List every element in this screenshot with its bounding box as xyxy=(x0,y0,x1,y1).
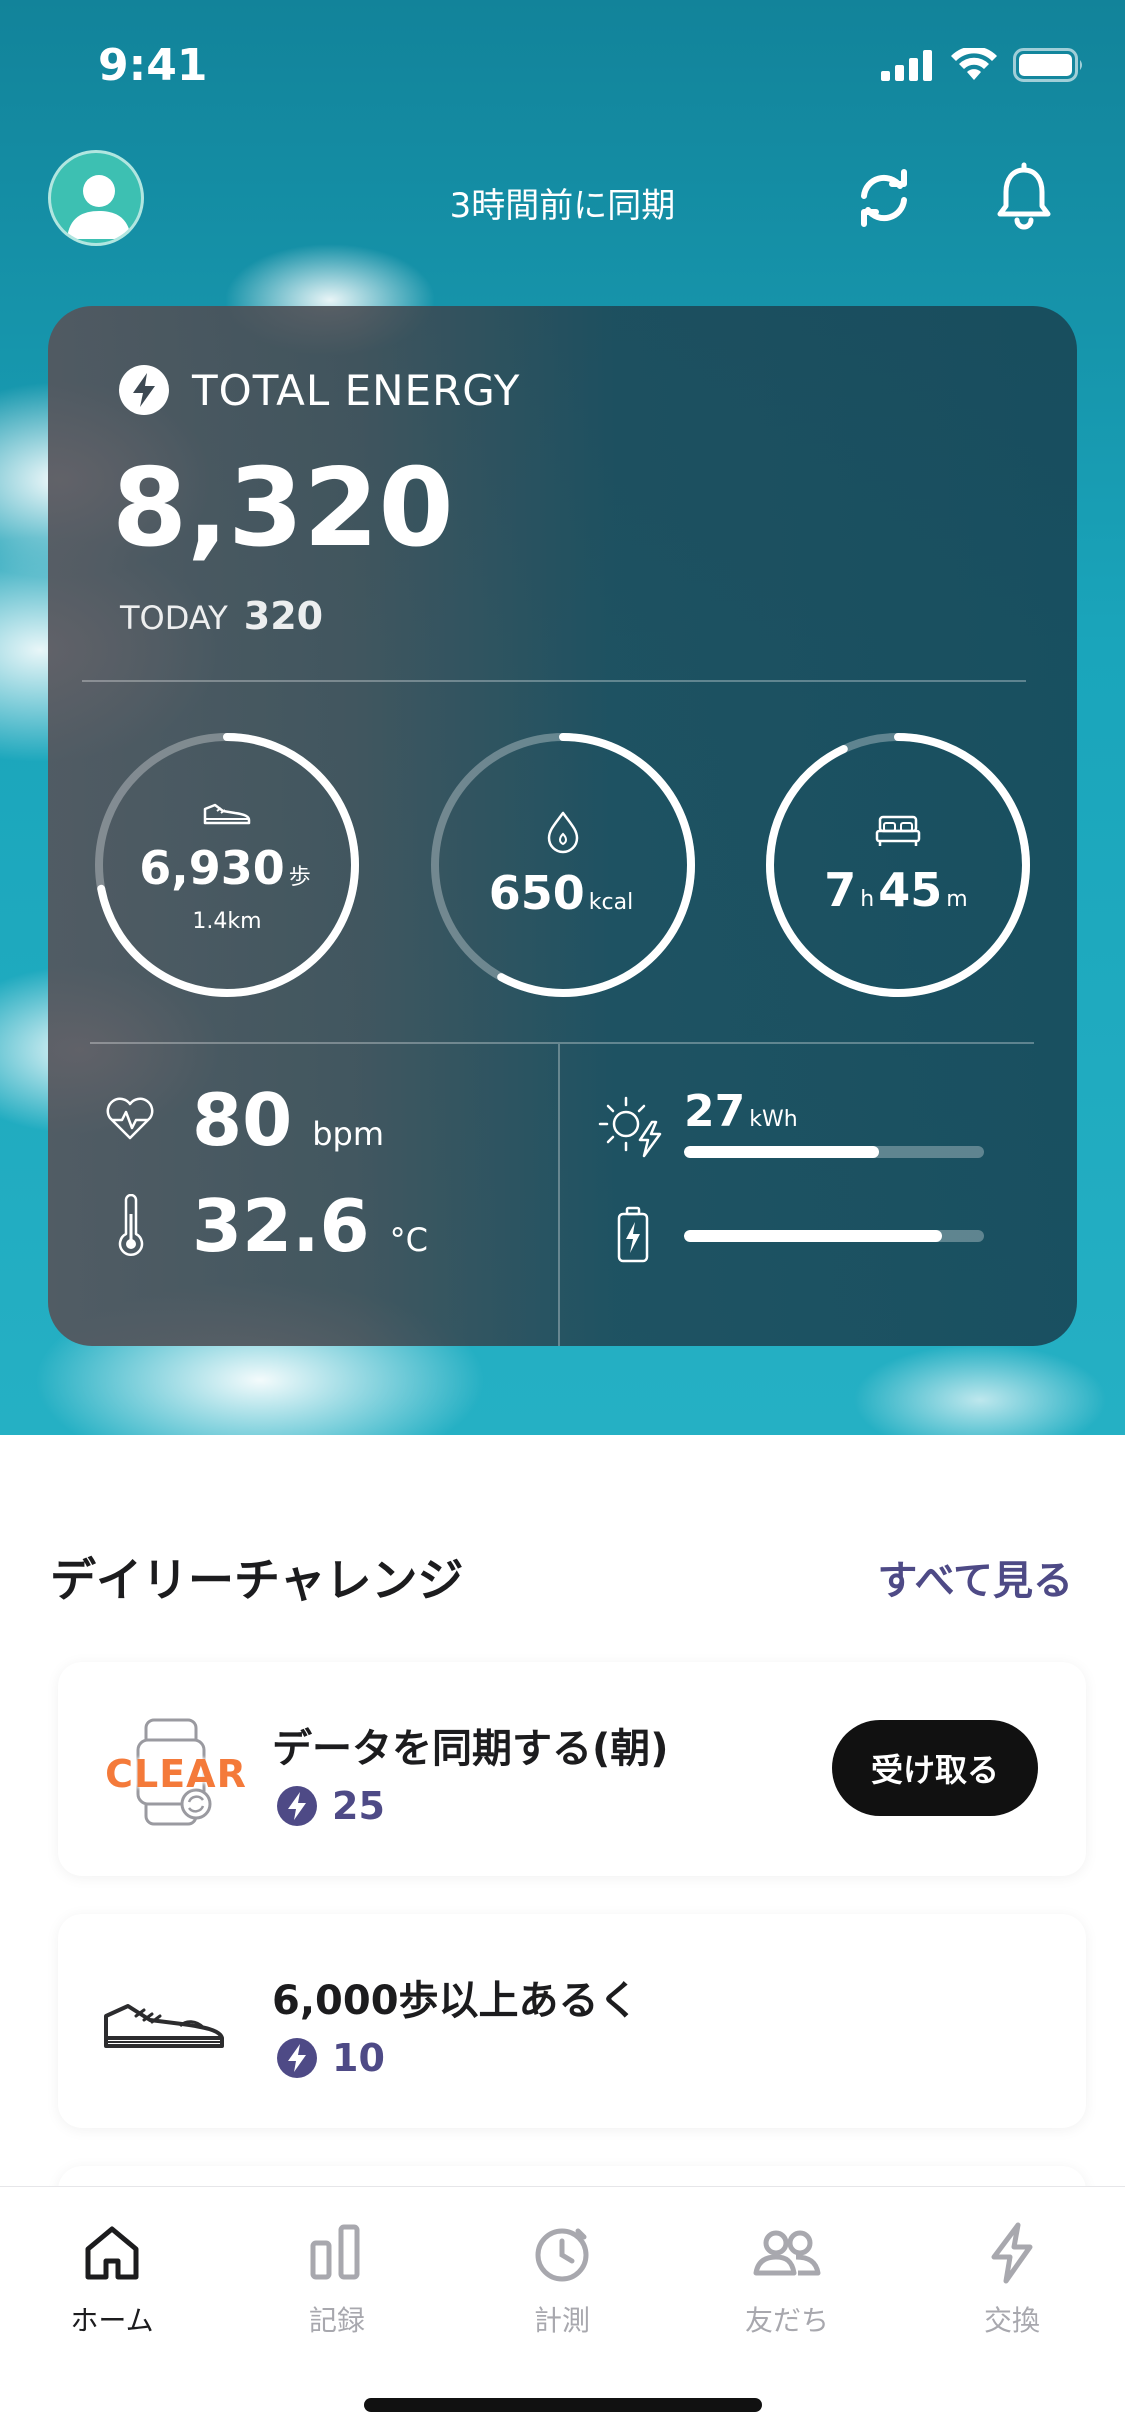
chart-icon xyxy=(310,2224,360,2280)
steps-value: 6,930 xyxy=(139,840,285,895)
calories-ring[interactable]: 650 kcal xyxy=(428,730,698,1000)
tab-exchange-label: 交換 xyxy=(983,2304,1040,2337)
today-row: TODAY 320 xyxy=(120,594,323,638)
challenge-points: 10 xyxy=(332,2036,385,2080)
bolt-circle-icon xyxy=(119,365,169,415)
sneaker-icon xyxy=(104,2004,224,2048)
stopwatch-icon xyxy=(535,2228,589,2282)
battery-charging-icon xyxy=(617,1206,649,1263)
tab-records[interactable]: 記録 xyxy=(247,2221,427,2339)
steps-ring[interactable]: 6,930 歩 1.4km xyxy=(92,730,362,1000)
wifi-icon xyxy=(951,48,997,80)
challenge-reward: 25 xyxy=(276,1784,385,1828)
tab-friends[interactable]: 友だち xyxy=(697,2221,877,2339)
tab-home[interactable]: ホーム xyxy=(22,2221,202,2339)
clear-badge-text: CLEAR xyxy=(105,1752,247,1796)
steps-distance: 1.4km xyxy=(192,908,262,934)
sleep-hours-unit: h xyxy=(860,887,875,912)
sneaker-icon xyxy=(203,803,251,824)
temperature-value: 32.6 xyxy=(192,1184,370,1268)
challenge-item-steps[interactable]: 6,000歩以上あるく 10 xyxy=(58,1914,1086,2128)
solar-unit: kWh xyxy=(749,1107,798,1132)
energy-title: TOTAL ENERGY xyxy=(192,365,521,415)
calories-value: 650 xyxy=(488,866,585,920)
temperature: 32.6 °C xyxy=(192,1184,428,1268)
energy-point-icon xyxy=(277,2038,317,2078)
sync-button[interactable] xyxy=(846,160,922,236)
battery-progress-bar xyxy=(684,1230,984,1242)
claim-button[interactable]: 受け取る xyxy=(832,1720,1038,1816)
heart-rate: 80 bpm xyxy=(192,1078,384,1162)
energy-card[interactable]: TOTAL ENERGY 8,320 TODAY 320 6,930 歩 1.4… xyxy=(48,306,1077,1346)
battery-icon xyxy=(1013,48,1082,82)
tab-exchange[interactable]: 交換 xyxy=(922,2221,1102,2339)
heart-rate-icon xyxy=(106,1097,154,1140)
energy-point-icon xyxy=(277,1786,317,1826)
total-energy-value: 8,320 xyxy=(112,446,454,571)
signal-icon xyxy=(881,50,932,81)
tab-measure-label: 計測 xyxy=(533,2304,590,2337)
flame-drop-icon xyxy=(547,811,579,854)
heart-rate-value: 80 xyxy=(192,1078,293,1162)
challenge-reward: 10 xyxy=(276,2036,385,2080)
heart-rate-unit: bpm xyxy=(312,1115,384,1153)
challenge-item-sync[interactable]: CLEAR データを同期する(朝) 25 受け取る xyxy=(58,1662,1086,1876)
card-divider-vertical xyxy=(558,1044,560,1346)
status-icons xyxy=(881,48,1085,82)
sun-bolt-icon xyxy=(598,1096,662,1158)
home-icon xyxy=(85,2226,139,2280)
bed-icon xyxy=(875,815,921,846)
tab-records-label: 記録 xyxy=(308,2304,365,2337)
steps-unit: 歩 xyxy=(288,864,311,890)
sync-status: 3時間前に同期 xyxy=(449,186,676,226)
challenge-points: 25 xyxy=(332,1784,385,1828)
tab-friends-label: 友だち xyxy=(744,2304,829,2337)
today-value: 320 xyxy=(243,594,324,638)
today-label: TODAY xyxy=(120,599,228,637)
energy-title-row: TOTAL ENERGY xyxy=(118,364,520,416)
solar-value: 27 xyxy=(684,1086,746,1137)
battery-progress-fill xyxy=(684,1230,942,1242)
thermometer-icon xyxy=(118,1194,144,1257)
challenge-title: データを同期する(朝) xyxy=(272,1726,669,1772)
see-all-link[interactable]: すべて見る xyxy=(877,1548,1073,1606)
card-divider-middle xyxy=(90,1042,1034,1044)
friends-icon xyxy=(753,2230,821,2276)
sleep-ring[interactable]: 7 h 45 m xyxy=(763,730,1033,1000)
temperature-unit: °C xyxy=(389,1221,428,1259)
bell-icon xyxy=(997,162,1051,230)
challenge-title: 6,000歩以上あるく xyxy=(272,1978,639,2024)
solar-energy: 27 kWh xyxy=(684,1086,798,1137)
card-divider-top xyxy=(82,680,1026,682)
status-time: 9:41 xyxy=(98,40,208,91)
tab-measure[interactable]: 計測 xyxy=(472,2221,652,2339)
sleep-hours: 7 xyxy=(824,863,857,917)
daily-challenge-title: デイリーチャレンジ xyxy=(50,1553,464,1607)
bolt-icon xyxy=(991,2222,1033,2284)
sleep-minutes: 45 xyxy=(878,863,943,917)
solar-progress-fill xyxy=(684,1146,879,1158)
tab-home-label: ホーム xyxy=(70,2304,154,2337)
solar-progress-bar xyxy=(684,1146,984,1158)
home-indicator xyxy=(364,2398,762,2412)
calories-unit: kcal xyxy=(588,890,634,915)
sleep-minutes-unit: m xyxy=(946,887,968,912)
refresh-icon xyxy=(861,169,907,227)
notifications-button[interactable] xyxy=(986,160,1062,236)
clear-badge: CLEAR xyxy=(96,1712,256,1832)
